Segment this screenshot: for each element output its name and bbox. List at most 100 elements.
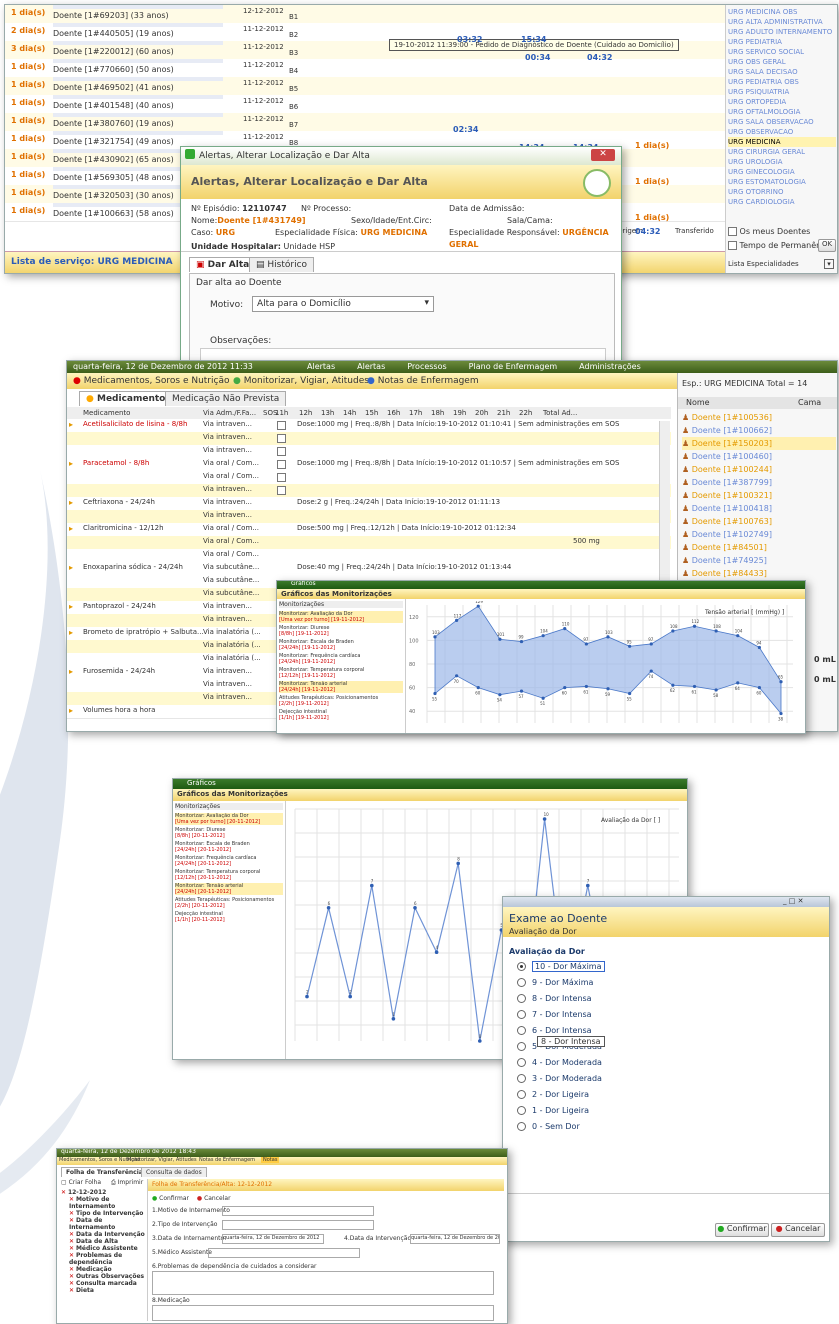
expand-arrow-icon[interactable]: ▸ [69,706,73,715]
field3-date[interactable]: quarta-feira, 12 de Dezembro de 2012 [222,1234,324,1244]
data-point[interactable] [476,686,480,690]
data-point[interactable] [456,861,460,866]
data-point[interactable] [692,684,697,689]
top-menu-item[interactable]: Alertas [357,362,385,371]
patient-list-item[interactable]: ♟ Doente [1#100244] [682,463,836,476]
medication-row[interactable]: Via intraven... [67,445,671,459]
refresh-icon[interactable] [583,169,611,197]
sidebar-item[interactable]: URG CIRURGIA GERAL [728,147,836,157]
pain-option[interactable]: 8 - Dor Intensa [517,991,817,1007]
expand-arrow-icon[interactable]: ▸ [69,563,73,572]
data-point[interactable] [692,624,697,628]
top-menu-item[interactable]: Administrações [579,362,641,371]
data-point[interactable] [606,635,610,639]
radio-button[interactable] [517,1090,526,1099]
data-point[interactable] [606,687,610,691]
pain-option[interactable]: 9 - Dor Máxima [517,975,817,991]
tab-historico[interactable]: ▤ Histórico [249,257,315,272]
data-point[interactable] [757,645,761,650]
data-point[interactable] [476,604,480,608]
data-point[interactable] [714,629,718,633]
medication-row[interactable]: ▸ Claritromicina - 12/12h Via oral / Com..… [67,523,671,537]
sidebar-item[interactable]: URG MEDICINA OBS [728,7,836,17]
monitor-item[interactable]: Monitorizar: Diurese [8/8h] [19-11-2012] [279,625,403,637]
radio-button[interactable] [517,994,526,1003]
expand-arrow-icon[interactable]: ▸ [69,459,73,468]
patient-list-item[interactable]: ♟ Doente [1#84433] [682,567,836,580]
field5-input[interactable] [208,1248,360,1258]
monitor-item[interactable]: Monitorizar: Temperatura corporal [12/12h… [279,667,403,679]
sos-checkbox[interactable] [277,434,286,443]
data-point[interactable] [649,642,653,646]
top-menu-item[interactable]: Processos [407,362,446,371]
tab-medicamentos[interactable]: ● Medicamentos [79,391,178,406]
pain-option[interactable]: 10 - Dor Máxima [517,959,817,975]
tab-nao-prevista[interactable]: Medicação Não Prevista [165,391,287,406]
data-point[interactable] [326,906,331,910]
data-point[interactable] [671,629,675,633]
data-point[interactable] [370,883,374,888]
monitor-item[interactable]: Monitorizar: Temperatura corporal [12/12h… [175,869,283,881]
data-point[interactable] [563,627,567,631]
nav-monitor[interactable]: Monitorizar, Vigiar, Atitudes [244,376,369,386]
sidebar-item[interactable]: URG PEDIATRIA [728,37,836,47]
table-row[interactable]: 1 dia(s) Doente [1#469502] (41 anos) 11-12… [5,77,725,96]
radio-button[interactable] [517,1010,526,1019]
patient-list-item[interactable]: ♟ Doente [1#100460] [682,450,836,463]
data-point[interactable] [498,637,502,641]
tree-item[interactable]: ✕ Data de Alta [69,1238,145,1245]
data-point[interactable] [714,688,718,692]
data-point[interactable] [736,634,740,638]
pain-option[interactable]: 7 - Dor Intensa [517,1007,817,1023]
monitor-item[interactable]: Monitorizar: Frequência cardíaca [24/24h]… [175,855,283,867]
sidebar-item[interactable]: URG OBSERVACAO [728,127,836,137]
radio-button[interactable] [517,1026,526,1035]
data-point[interactable] [478,1039,482,1043]
table-row[interactable]: 1 dia(s) Doente [1#380760] (19 anos) 11-12… [5,113,725,132]
confirm-button[interactable]: ● Confirmar [715,1223,769,1237]
table-row[interactable]: 1 dia(s) Doente [1#69203] (33 anos) 12-12-… [5,5,725,24]
data-point[interactable] [305,994,309,999]
monitor-item[interactable]: Monitorizar: Escala de Braden [24/24h] [2… [175,841,283,853]
data-point[interactable] [736,681,740,685]
expand-arrow-icon[interactable]: ▸ [69,628,73,637]
radio-button[interactable] [517,1058,526,1067]
data-point[interactable] [563,686,567,690]
data-point[interactable] [455,618,459,622]
sidebar-item[interactable]: URG OBS GERAL [728,57,836,67]
pain-option[interactable]: 2 - Dor Ligeira [517,1087,817,1103]
data-point[interactable] [455,674,459,678]
monitor-item[interactable]: Dejecção intestinal [1/1h] [20-11-2012] [175,911,283,923]
sidebar-item[interactable]: URG UROLOGIA [728,157,836,167]
pain-option[interactable]: 3 - Dor Moderada [517,1071,817,1087]
pain-option[interactable]: 4 - Dor Moderada [517,1055,817,1071]
monitor-item[interactable]: Atitudes Terapêuticas: Posicionamentos [2… [279,695,403,707]
monitor-item[interactable]: Monitorizar: Avaliação da Dor [Uma vez po… [279,611,403,623]
sidebar-item[interactable]: URG GINECOLOGIA [728,167,836,177]
close-icon[interactable]: ✕ [591,149,615,161]
sos-checkbox[interactable] [277,460,286,469]
sidebar-item[interactable]: URG ADULTO INTERNAMENTO [728,27,836,37]
data-point[interactable] [413,906,417,910]
patient-list-item[interactable]: ♟ Doente [1#74925] [682,554,836,567]
data-point[interactable] [671,683,675,687]
data-point[interactable] [498,693,502,697]
data-point[interactable] [519,689,524,693]
cancel-button[interactable]: ● Cancelar [771,1223,825,1237]
radio-button[interactable] [517,978,526,987]
sos-checkbox[interactable] [277,447,286,456]
pain-option[interactable]: 1 - Dor Ligeira [517,1103,817,1119]
sidebar-item[interactable]: URG MEDICINA [728,137,836,147]
sidebar-item[interactable]: URG SALA OBSERVACAO [728,117,836,127]
data-point[interactable] [757,686,761,690]
tab-dar-alta[interactable]: ▣ Dar Alta [189,257,257,272]
transfer-nav-monitor[interactable]: Monitorizar, Vigiar, Atitudes [127,1157,197,1163]
expand-arrow-icon[interactable]: ▸ [69,524,73,533]
data-point[interactable] [391,1017,396,1021]
monitor-item[interactable]: Monitorizar: Diurese [8/8h] [20-11-2012] [175,827,283,839]
top-menu-item[interactable]: Alertas [307,362,335,371]
monitor-item[interactable]: Monitorizar: Tensão arterial [24/24h] [20… [175,883,283,895]
medication-row[interactable]: ▸ Paracetamol - 8/8h Via oral / Com... Dose… [67,458,671,472]
expand-arrow-icon[interactable]: ▸ [69,420,73,429]
print-button[interactable]: ⎙ Imprimir [111,1179,143,1186]
